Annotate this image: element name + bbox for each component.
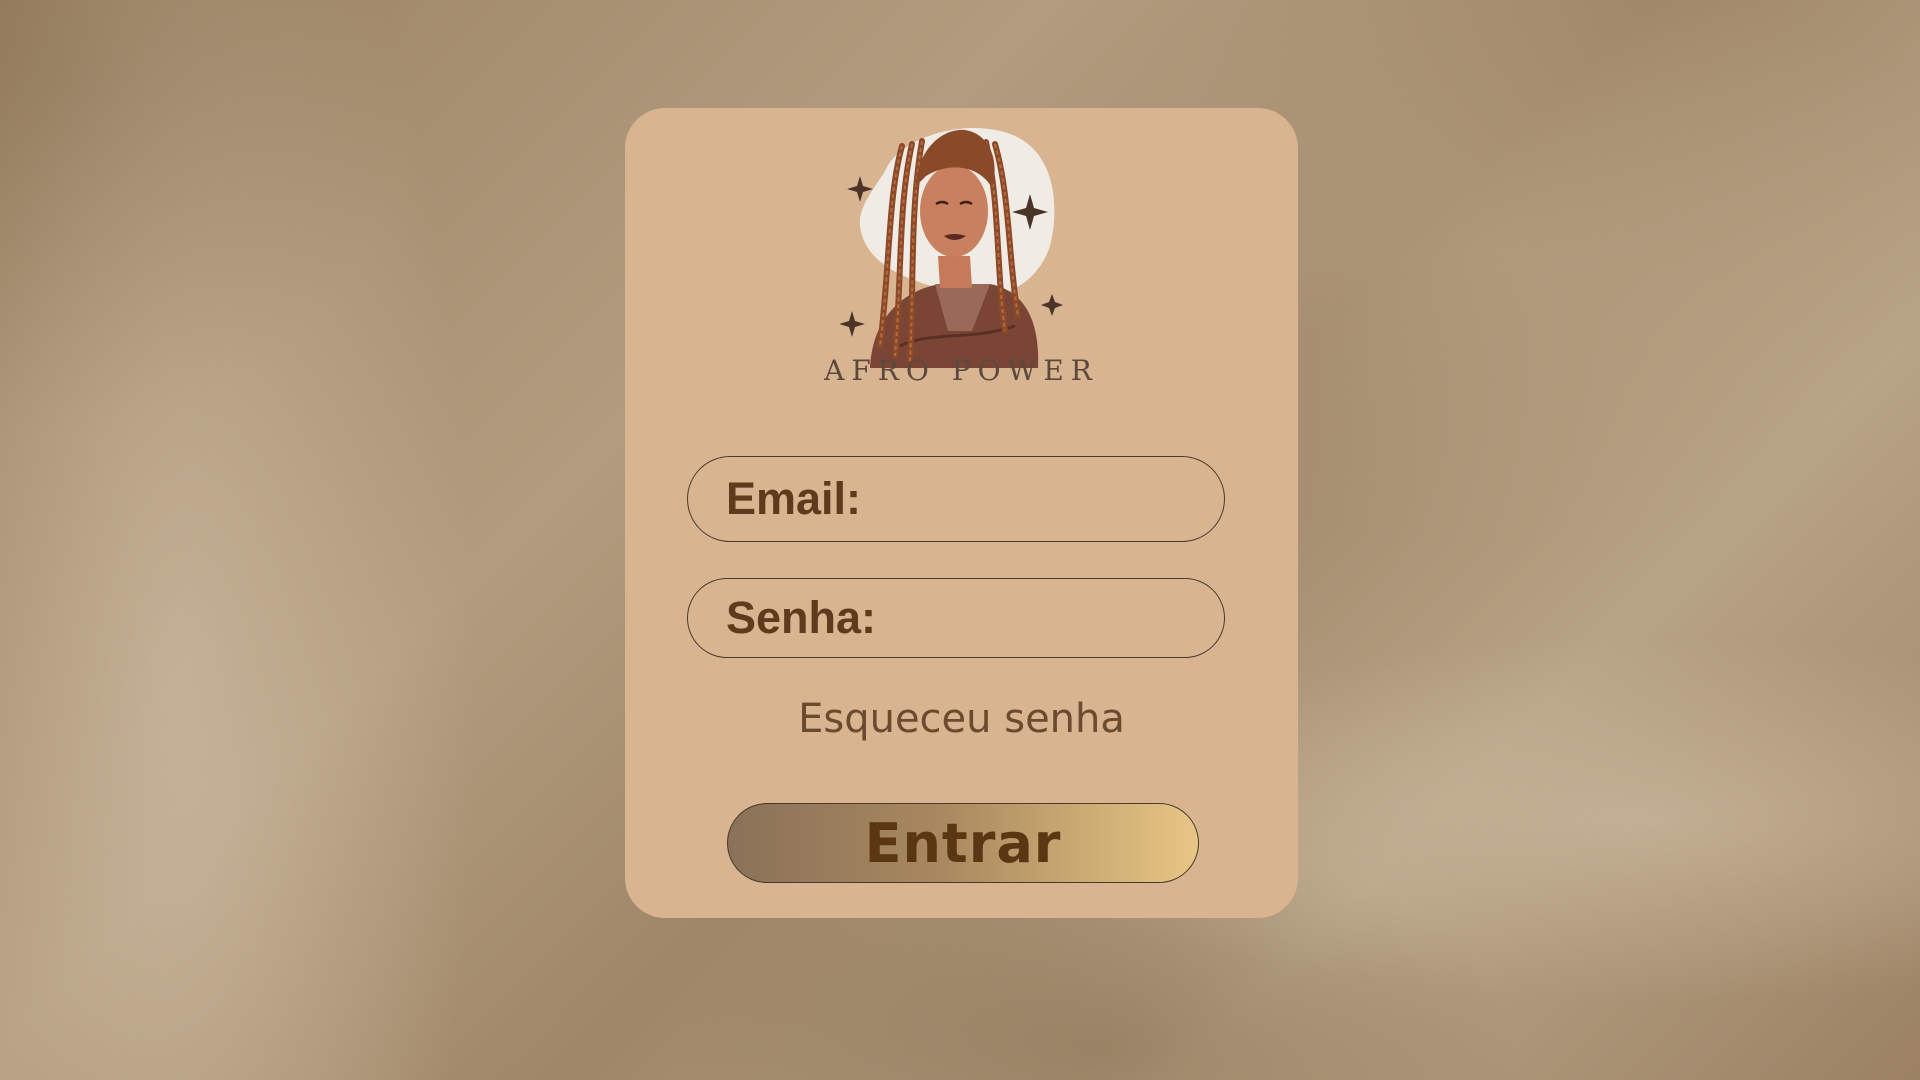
- woman-with-braids-logo: [840, 128, 1063, 368]
- login-button[interactable]: Entrar: [727, 803, 1199, 883]
- forgot-password-link[interactable]: Esqueceu senha: [625, 696, 1298, 742]
- password-field[interactable]: Senha:: [687, 578, 1225, 658]
- email-field[interactable]: Email:: [687, 456, 1225, 542]
- password-label: Senha:: [726, 592, 877, 643]
- login-card: AFRO POWER Email: Senha: Esqueceu senha …: [625, 108, 1298, 918]
- login-button-label: Entrar: [864, 811, 1062, 875]
- email-label: Email:: [726, 473, 862, 524]
- brand-name: AFRO POWER: [824, 354, 1099, 387]
